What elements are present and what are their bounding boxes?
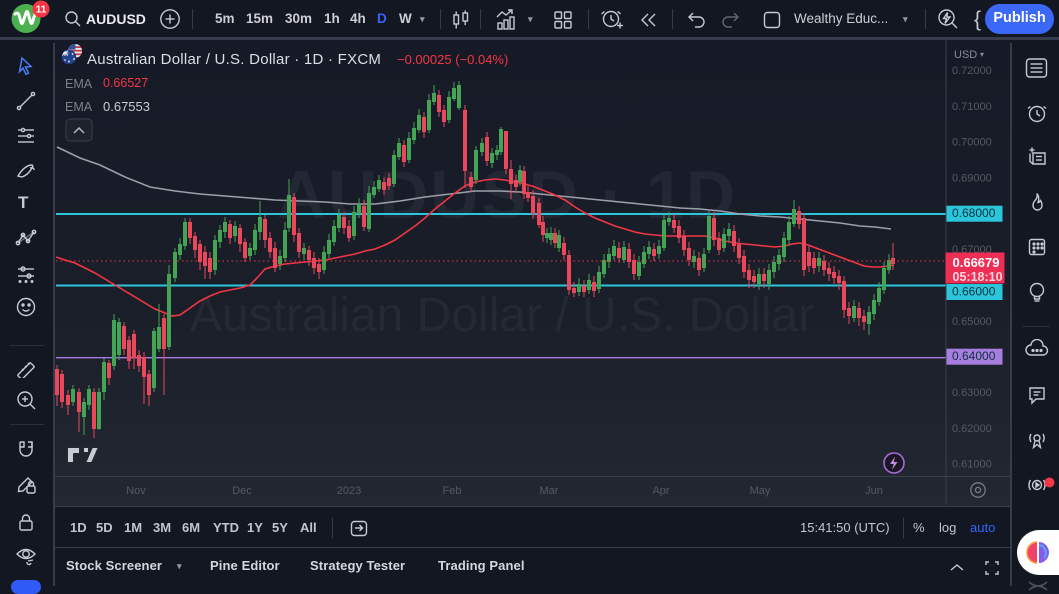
svg-text:11: 11 bbox=[36, 5, 47, 16]
svg-text:USD: USD bbox=[954, 49, 977, 61]
svg-text:2023: 2023 bbox=[337, 485, 361, 497]
svg-text:Feb: Feb bbox=[443, 485, 462, 497]
svg-text:0.66000: 0.66000 bbox=[952, 285, 996, 299]
svg-text:0.61000: 0.61000 bbox=[952, 459, 992, 471]
svg-text:0.64000: 0.64000 bbox=[952, 349, 996, 363]
svg-text:Australian Dollar / U.S. Dolla: Australian Dollar / U.S. Dollar bbox=[190, 289, 814, 342]
svg-text:0.66679: 0.66679 bbox=[953, 255, 1000, 270]
svg-text:0.70000: 0.70000 bbox=[952, 137, 992, 149]
svg-text:0.63000: 0.63000 bbox=[952, 387, 992, 399]
svg-text:0.65000: 0.65000 bbox=[952, 316, 992, 328]
svg-text:May: May bbox=[750, 485, 771, 497]
svg-text:Apr: Apr bbox=[652, 485, 669, 497]
svg-text:Jun: Jun bbox=[865, 485, 883, 497]
svg-text:0.71000: 0.71000 bbox=[952, 101, 992, 113]
svg-text:Australian Dollar / U.S. Dolla: Australian Dollar / U.S. Dollar · 1D · F… bbox=[87, 51, 381, 68]
svg-text:EMA: EMA bbox=[65, 100, 93, 114]
svg-text:0.72000: 0.72000 bbox=[952, 65, 992, 77]
svg-text:0.68000: 0.68000 bbox=[952, 206, 996, 220]
svg-text:0.67553: 0.67553 bbox=[103, 99, 150, 114]
svg-text:0.62000: 0.62000 bbox=[952, 423, 992, 435]
svg-text:EMA: EMA bbox=[65, 77, 93, 91]
svg-text:−0.00025 (−0.04%): −0.00025 (−0.04%) bbox=[397, 52, 508, 67]
svg-text:0.69000: 0.69000 bbox=[952, 172, 992, 184]
svg-text:Mar: Mar bbox=[540, 485, 559, 497]
svg-text:Dec: Dec bbox=[232, 485, 252, 497]
svg-text:Nov: Nov bbox=[126, 485, 146, 497]
svg-text:▾: ▾ bbox=[980, 50, 984, 59]
svg-text:05:18:10: 05:18:10 bbox=[953, 270, 1003, 284]
svg-text:0.66527: 0.66527 bbox=[103, 76, 148, 90]
